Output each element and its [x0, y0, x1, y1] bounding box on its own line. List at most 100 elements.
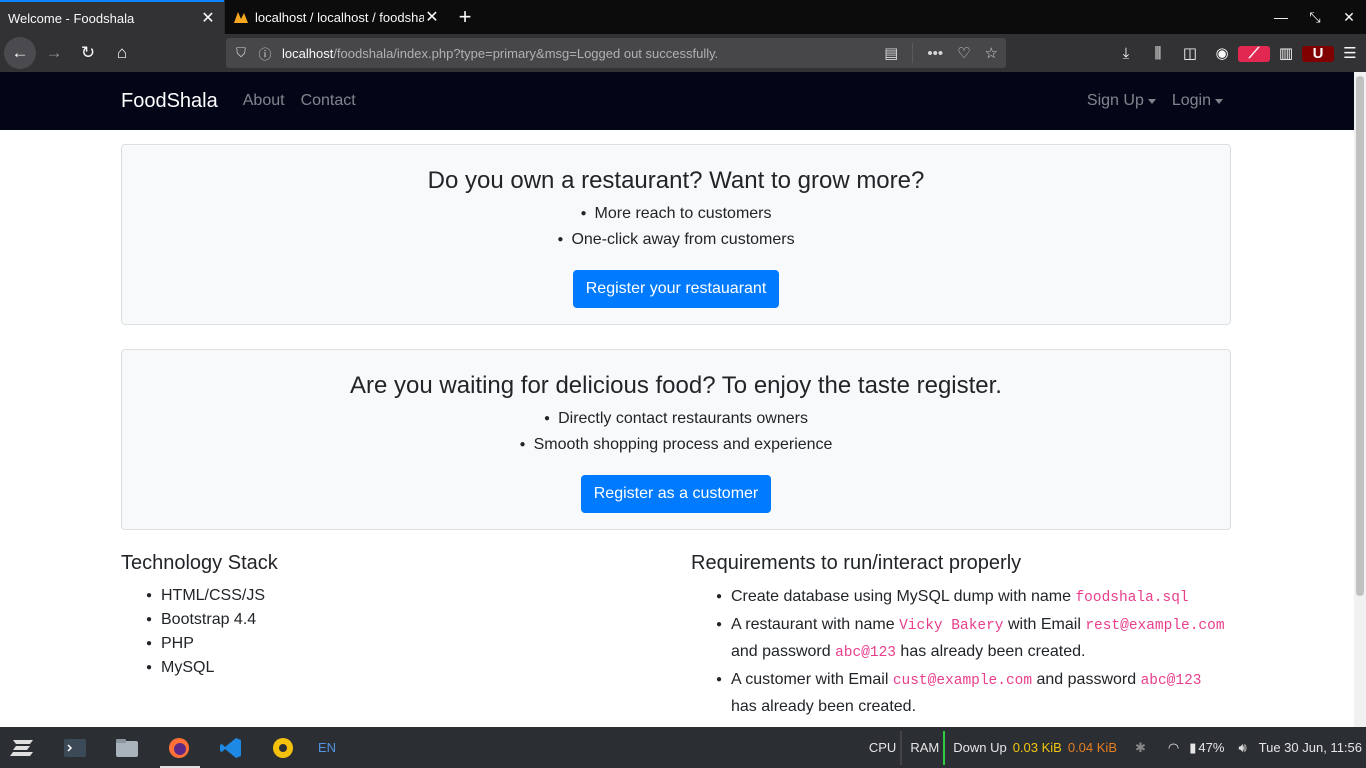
address-bar[interactable]: ⛉ ⓘ localhost/foodshala/index.php?type=p…: [226, 38, 1006, 68]
list-item: Bootstrap 4.4: [146, 608, 661, 632]
page-scrollbar[interactable]: [1354, 72, 1366, 727]
bookmark-star-icon[interactable]: ☆: [985, 44, 998, 62]
ublock-icon[interactable]: U: [1302, 45, 1334, 62]
sidebar-icon[interactable]: ◫: [1174, 44, 1206, 62]
code-db-name: foodshala.sql: [1075, 590, 1189, 606]
code-customer-password: abc@123: [1140, 673, 1202, 689]
text: with Email: [1003, 616, 1086, 633]
list-item: A customer with Email cust@example.com a…: [716, 667, 1231, 719]
list-item: HTML/CSS/JS: [146, 584, 661, 608]
tab-phpmyadmin[interactable]: localhost / localhost / foodshala ✕: [224, 0, 448, 34]
register-restaurant-button[interactable]: Register your restauarant: [572, 270, 780, 308]
net-label: Down Up: [953, 740, 1007, 755]
system-tray: CPU RAM Down Up 0.03 KiB 0.04 KiB ✱ ◠ ▮ …: [869, 727, 1366, 768]
site-info-icon[interactable]: ⓘ: [258, 44, 272, 63]
terminal-icon[interactable]: [56, 729, 94, 767]
browser-toolbar: ← → ↻ ⌂ ⛉ ⓘ localhost/foodshala/index.ph…: [0, 34, 1366, 72]
code-restaurant-name: Vicky Bakery: [899, 618, 1004, 634]
pocket-icon[interactable]: ♡: [957, 44, 970, 62]
page-viewport: FoodShala About Contact Sign Up Login Do…: [0, 72, 1354, 727]
scrollbar-thumb[interactable]: [1356, 76, 1364, 596]
extension-red-icon[interactable]: ⟋: [1238, 45, 1270, 62]
caret-down-icon: [1215, 98, 1223, 104]
tab-title: Welcome - Foodshala: [8, 10, 135, 26]
tracking-shield-icon[interactable]: ⛉: [234, 45, 248, 61]
net-down-value: 0.03 KiB: [1012, 740, 1062, 755]
account-icon[interactable]: ◉: [1206, 44, 1238, 62]
nav-link-about[interactable]: About: [243, 92, 285, 110]
library-icon[interactable]: ⫼: [1142, 45, 1174, 62]
list-item: A restaurant with name Vicky Bakery with…: [716, 612, 1231, 666]
restaurant-points: More reach to customers One-click away f…: [122, 202, 1230, 254]
site-brand[interactable]: FoodShala: [121, 90, 218, 113]
customer-card: Are you waiting for delicious food? To e…: [121, 349, 1231, 530]
cpu-meter: [900, 730, 903, 765]
vscode-icon[interactable]: [212, 729, 250, 767]
site-navbar: FoodShala About Contact Sign Up Login: [0, 72, 1354, 130]
list-item: More reach to customers: [122, 202, 1230, 228]
tab-welcome-foodshala[interactable]: Welcome - Foodshala ✕: [0, 0, 224, 34]
restaurant-card: Do you own a restaurant? Want to grow mo…: [121, 144, 1231, 325]
text: and password: [1032, 671, 1141, 688]
url-host: localhost: [282, 45, 334, 61]
tab-title: localhost / localhost / foodshala: [255, 9, 424, 25]
code-restaurant-email: rest@example.com: [1085, 618, 1225, 634]
list-item: Create database using MySQL dump with na…: [716, 584, 1231, 611]
clock[interactable]: Tue 30 Jun, 11:56: [1259, 740, 1362, 755]
text: A restaurant with name: [731, 616, 900, 633]
text: A customer with Email: [731, 671, 893, 688]
login-label: Login: [1171, 92, 1211, 109]
window-controls: — ⤡ ✕: [1264, 0, 1366, 34]
phpmyadmin-favicon-icon: [233, 9, 249, 25]
divider: [912, 43, 914, 63]
music-player-icon[interactable]: [264, 729, 302, 767]
downloads-icon[interactable]: ⤓: [1110, 45, 1142, 62]
bluetooth-icon[interactable]: ✱: [1135, 740, 1146, 756]
url-path: /foodshala/index.php?type=primary&msg=Lo…: [333, 45, 719, 61]
cpu-label: CPU: [868, 740, 897, 755]
battery-icon[interactable]: ▮: [1189, 740, 1196, 756]
tech-stack-section: Technology Stack HTML/CSS/JS Bootstrap 4…: [121, 552, 661, 680]
ram-meter: [943, 730, 946, 765]
list-item: MySQL: [146, 656, 661, 680]
extension-grid-icon[interactable]: ▥: [1270, 44, 1302, 62]
firefox-icon[interactable]: [160, 729, 200, 768]
battery-percent: 47%: [1198, 740, 1225, 755]
minimize-icon[interactable]: —: [1264, 9, 1298, 25]
home-icon[interactable]: ⌂: [106, 37, 138, 69]
nav-link-contact[interactable]: Contact: [301, 92, 356, 110]
wifi-icon[interactable]: ◠: [1168, 740, 1179, 756]
reader-view-icon[interactable]: ▤: [884, 44, 898, 62]
tech-stack-heading: Technology Stack: [121, 552, 278, 574]
keyboard-language[interactable]: EN: [318, 740, 336, 755]
menu-hamburger-icon[interactable]: ☰: [1334, 44, 1366, 62]
customer-heading: Are you waiting for delicious food? To e…: [350, 372, 1002, 399]
restore-icon[interactable]: ⤡: [1298, 9, 1332, 26]
login-dropdown[interactable]: Login: [1172, 92, 1223, 110]
requirements-section: Requirements to run/interact properly Cr…: [691, 552, 1231, 720]
tab-close-icon[interactable]: ✕: [424, 7, 440, 27]
tab-close-icon[interactable]: ✕: [200, 8, 216, 28]
os-taskbar: EN CPU RAM Down Up 0.03 KiB 0.04 KiB ✱ ◠…: [0, 727, 1366, 768]
files-icon[interactable]: [108, 729, 146, 767]
reload-icon[interactable]: ↻: [72, 37, 104, 69]
window-close-icon[interactable]: ✕: [1332, 9, 1366, 26]
new-tab-icon[interactable]: +: [448, 0, 482, 34]
back-icon[interactable]: ←: [4, 37, 36, 69]
register-customer-button[interactable]: Register as a customer: [580, 475, 772, 513]
net-up-value: 0.04 KiB: [1067, 740, 1117, 755]
zorin-menu-icon[interactable]: [4, 729, 42, 767]
list-item: Smooth shopping process and experience: [122, 433, 1230, 459]
volume-icon[interactable]: 🔊︎: [1238, 740, 1246, 756]
code-restaurant-password: abc@123: [835, 645, 896, 661]
ram-label: RAM: [910, 740, 940, 755]
url-text[interactable]: localhost/foodshala/index.php?type=prima…: [282, 46, 870, 61]
list-item: Directly contact restaurants owners: [122, 407, 1230, 433]
page-actions-icon[interactable]: •••: [927, 45, 943, 62]
caret-down-icon: [1147, 98, 1156, 104]
forward-icon[interactable]: →: [38, 37, 70, 69]
list-item: PHP: [146, 632, 661, 656]
signup-dropdown[interactable]: Sign Up: [1087, 92, 1156, 110]
text: Create database using MySQL dump with na…: [731, 588, 1076, 605]
customer-points: Directly contact restaurants owners Smoo…: [122, 407, 1230, 459]
